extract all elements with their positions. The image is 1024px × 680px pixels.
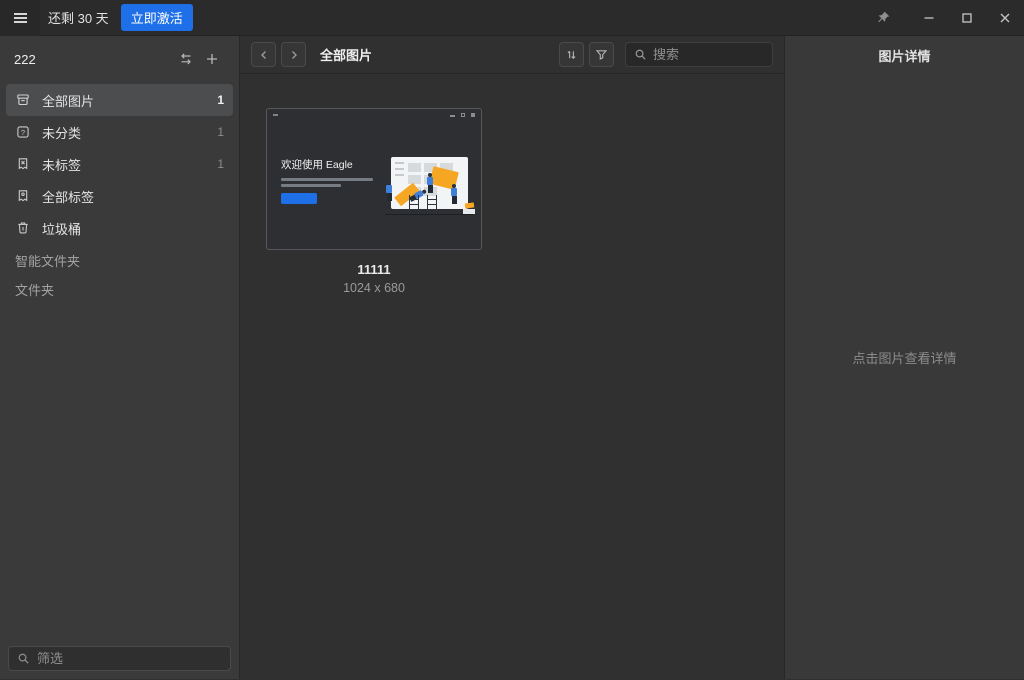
main-toolbar: 全部图片	[240, 36, 784, 74]
thumb-desc-line	[281, 184, 341, 187]
sidebar: 222 全部图片1?未分类1未标签1全部标签垃圾桶 智能文件夹文件夹	[0, 36, 240, 679]
chevron-left-icon	[257, 48, 271, 62]
trial-remaining-text: 还剩 30 天	[48, 8, 109, 27]
minimize-button[interactable]	[910, 0, 948, 36]
sidebar-item-count: 1	[217, 125, 224, 139]
swap-arrows-icon	[178, 51, 194, 67]
sidebar-section-smart-folders[interactable]: 智能文件夹	[0, 246, 239, 275]
sidebar-item-count: 1	[217, 157, 224, 171]
library-name: 222	[14, 52, 36, 67]
details-empty-hint: 点击图片查看详情	[785, 348, 1024, 367]
sidebar-item-label: 全部标签	[42, 187, 224, 206]
sidebar-filter-box	[8, 646, 231, 671]
svg-text:?: ?	[21, 128, 25, 137]
all-tags-icon	[15, 188, 31, 204]
sort-order-button[interactable]	[559, 42, 584, 67]
sort-arrows-icon	[564, 47, 579, 62]
sidebar-filter-input[interactable]	[37, 651, 222, 666]
thumb-window-titlebar	[267, 109, 481, 120]
sidebar-sections: 智能文件夹文件夹	[0, 246, 239, 304]
sidebar-nav: 全部图片1?未分类1未标签1全部标签垃圾桶	[0, 82, 239, 246]
sidebar-item-uncategorized[interactable]: ? 未分类1	[6, 116, 233, 148]
sidebar-item-label: 垃圾桶	[42, 219, 224, 238]
sidebar-item-untagged[interactable]: 未标签1	[6, 148, 233, 180]
close-icon	[998, 11, 1012, 25]
search-box	[625, 42, 773, 67]
all-images-icon	[15, 92, 31, 108]
pin-window-button[interactable]	[864, 0, 902, 36]
details-panel: 图片详情 点击图片查看详情	[784, 36, 1024, 679]
back-button[interactable]	[251, 42, 276, 67]
thumb-desc-line	[281, 178, 373, 181]
thumb-illustration	[385, 153, 475, 215]
image-dimensions: 1024 x 680	[266, 281, 482, 295]
untagged-icon	[15, 156, 31, 172]
search-icon	[17, 652, 30, 665]
main-panel: 全部图片	[240, 36, 784, 679]
sidebar-item-trash[interactable]: 垃圾桶	[6, 212, 233, 244]
app-menu-button[interactable]	[0, 0, 40, 36]
add-folder-button[interactable]	[199, 46, 225, 72]
sidebar-item-all-tags[interactable]: 全部标签	[6, 180, 233, 212]
thumb-cta-button	[281, 193, 317, 204]
details-panel-title: 图片详情	[785, 36, 1024, 74]
sidebar-header: 222	[0, 36, 239, 82]
sort-folders-button[interactable]	[173, 46, 199, 72]
search-input[interactable]	[653, 47, 764, 62]
close-button[interactable]	[986, 0, 1024, 36]
forward-button[interactable]	[281, 42, 306, 67]
funnel-icon	[594, 47, 609, 62]
plus-icon	[204, 51, 220, 67]
maximize-icon	[960, 11, 974, 25]
activate-now-button[interactable]: 立即激活	[121, 4, 193, 31]
image-name[interactable]: 11111	[266, 262, 482, 277]
maximize-button[interactable]	[948, 0, 986, 36]
search-icon	[634, 48, 647, 61]
pin-icon	[876, 10, 891, 25]
filter-button[interactable]	[589, 42, 614, 67]
sidebar-item-count: 1	[217, 93, 224, 107]
sidebar-item-label: 全部图片	[42, 91, 217, 110]
minimize-icon	[922, 11, 936, 25]
thumb-welcome-title: 欢迎使用 Eagle	[281, 157, 353, 172]
image-grid: 欢迎使用 Eagle	[240, 74, 784, 679]
image-thumbnail[interactable]: 欢迎使用 Eagle	[266, 108, 482, 250]
trash-icon	[15, 220, 31, 236]
titlebar: 还剩 30 天 立即激活	[0, 0, 1024, 36]
hamburger-icon	[14, 13, 27, 23]
uncategorized-icon: ?	[15, 124, 31, 140]
chevron-right-icon	[287, 48, 301, 62]
image-item[interactable]: 欢迎使用 Eagle	[266, 108, 482, 295]
sidebar-item-label: 未分类	[42, 123, 217, 142]
sidebar-item-label: 未标签	[42, 155, 217, 174]
sidebar-item-all-images[interactable]: 全部图片1	[6, 84, 233, 116]
sidebar-section-folders[interactable]: 文件夹	[0, 275, 239, 304]
current-view-title: 全部图片	[320, 45, 372, 64]
